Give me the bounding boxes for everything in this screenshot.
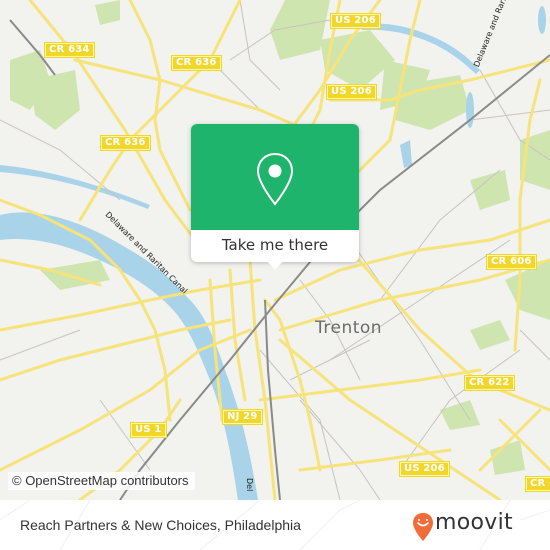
canal-label: Del [245, 478, 254, 492]
popup-header [191, 124, 359, 230]
take-me-there-button[interactable]: Take me there [191, 230, 359, 262]
osm-attribution[interactable]: © OpenStreetMap contributors [8, 472, 195, 490]
location-popup: Take me there [191, 124, 359, 270]
footer: Reach Partners & New Choices, Philadelph… [0, 500, 550, 550]
moovit-smiley-pin-icon [413, 513, 433, 541]
road-shield-us-206: US 206 [399, 461, 450, 477]
road-shield-cr-634: CR 634 [44, 42, 95, 58]
place-name: Reach Partners & New Choices, Philadelph… [20, 517, 301, 533]
road-shield-cr-636: CR 636 [100, 135, 151, 151]
moovit-logo-text: moovit [435, 510, 513, 535]
road-shield-us-1: US 1 [130, 422, 167, 438]
road-shield-us-206: US 206 [330, 13, 381, 29]
city-label-trenton: Trenton [315, 318, 383, 338]
road-shield-cr-622: CR 622 [464, 375, 515, 391]
road-shield-cr-606: CR 606 [486, 254, 537, 270]
road-shield-nj-29: NJ 29 [222, 409, 263, 425]
map-pin-icon [256, 152, 294, 206]
canal-water [0, 165, 150, 209]
road-shield-cr: CR 6 [525, 476, 550, 492]
road-shield-cr-636: CR 636 [171, 55, 222, 71]
map-view[interactable]: CR 634 CR 636 CR 636 US 206 US 206 CR 60… [0, 0, 550, 500]
road-shield-us-206: US 206 [326, 84, 377, 100]
popup-pointer [266, 260, 284, 270]
